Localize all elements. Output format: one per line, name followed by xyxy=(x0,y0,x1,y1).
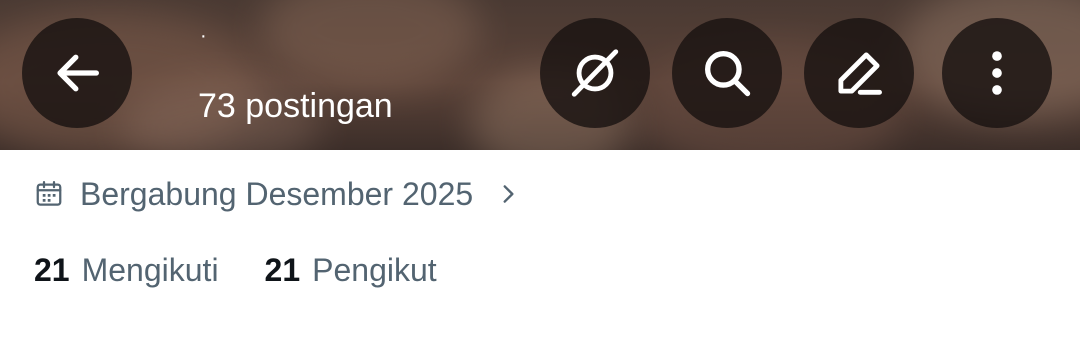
chevron-right-icon xyxy=(503,185,514,203)
more-options-button[interactable] xyxy=(942,18,1052,128)
back-button[interactable] xyxy=(22,18,132,128)
calendar-icon xyxy=(36,181,62,206)
profile-banner[interactable]: · 73 postingan xyxy=(0,0,1080,150)
join-date-row[interactable]: Bergabung Desember 2025 xyxy=(34,172,521,216)
following-count: 21 xyxy=(34,251,70,288)
followers-count: 21 xyxy=(264,251,301,288)
join-date-text: Bergabung Desember 2025 xyxy=(80,175,474,212)
post-count: 73 postingan xyxy=(198,87,393,125)
grok-button[interactable] xyxy=(540,18,650,128)
search-button[interactable] xyxy=(672,18,782,128)
more-vertical-icon xyxy=(992,51,1002,95)
banner-texture xyxy=(260,0,480,90)
header-username: · xyxy=(200,25,207,47)
follow-stats: 21 Mengikuti 21 Pengikut xyxy=(34,248,483,292)
edit-profile-button[interactable] xyxy=(804,18,914,128)
pencil-icon xyxy=(838,52,882,95)
followers-label: Pengikut xyxy=(312,251,437,288)
arrow-left-icon xyxy=(57,54,99,92)
following-link[interactable]: 21 Mengikuti xyxy=(34,252,219,289)
followers-link[interactable]: 21 Pengikut xyxy=(265,252,437,289)
search-icon xyxy=(705,51,751,97)
following-label: Mengikuti xyxy=(81,251,219,288)
grok-icon xyxy=(571,49,619,97)
